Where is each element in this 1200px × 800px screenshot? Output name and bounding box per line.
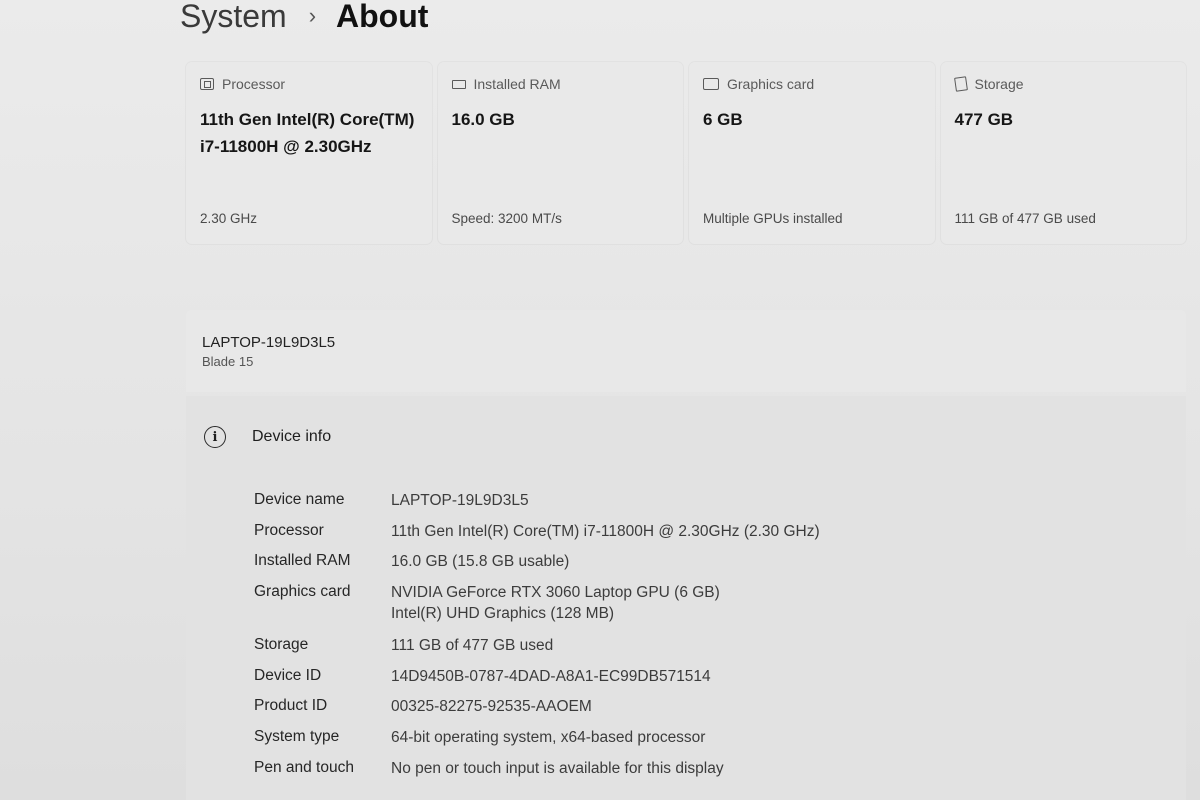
spec-row-installed-ram: Installed RAM 16.0 GB (15.8 GB usable) — [254, 551, 1154, 582]
spec-cards: Processor 11th Gen Intel(R) Core(TM) i7-… — [186, 62, 1186, 244]
spec-label: Installed RAM — [254, 552, 351, 570]
spec-value: 111 GB of 477 GB used — [391, 637, 554, 655]
spec-row-storage: Storage 111 GB of 477 GB used — [254, 635, 1154, 666]
card-subtext: Speed: 3200 MT/s — [451, 211, 562, 226]
card-title: Processor — [222, 76, 286, 92]
spec-value-line: NVIDIA GeForce RTX 3060 Laptop GPU (6 GB… — [391, 584, 720, 602]
device-specs-list: Device name LAPTOP-19L9D3L5 Processor 11… — [254, 490, 1154, 789]
spec-row-device-name: Device name LAPTOP-19L9D3L5 — [254, 490, 1154, 521]
device-name-panel[interactable]: LAPTOP-19L9D3L5 Blade 15 — [186, 310, 1186, 392]
spec-value: 14D9450B-0787-4DAD-A8A1-EC99DB571514 — [391, 667, 711, 685]
spec-value: 00325-82275-92535-AAOEM — [391, 698, 592, 716]
card-value: 6 GB — [703, 110, 743, 129]
processor-card: Processor 11th Gen Intel(R) Core(TM) i7-… — [186, 62, 432, 244]
breadcrumb: System › About — [180, 0, 428, 40]
card-title: Installed RAM — [473, 76, 561, 92]
spec-row-graphics-card: Graphics card NVIDIA GeForce RTX 3060 La… — [254, 582, 1154, 635]
device-info-header[interactable]: i Device info — [204, 426, 331, 448]
storage-card: Storage 477 GB 111 GB of 477 GB used — [940, 62, 1186, 244]
spec-row-system-type: System type 64-bit operating system, x64… — [254, 727, 1154, 758]
spec-label: Product ID — [254, 697, 328, 715]
chevron-right-icon: › — [308, 3, 317, 28]
spec-value: 16.0 GB (15.8 GB usable) — [391, 553, 570, 571]
settings-page: System › About Processor 11th Gen Intel(… — [0, 0, 1200, 800]
device-hostname: LAPTOP-19L9D3L5 — [202, 334, 336, 351]
graphics-card-card: Graphics card 6 GB Multiple GPUs install… — [689, 62, 935, 244]
card-header: Storage — [953, 76, 1173, 92]
card-header: Graphics card — [703, 76, 921, 92]
spec-label: Device ID — [254, 666, 322, 684]
card-title: Storage — [974, 76, 1024, 92]
processor-icon — [200, 78, 214, 90]
card-title: Graphics card — [727, 76, 815, 92]
info-icon: i — [204, 426, 226, 448]
spec-row-product-id: Product ID 00325-82275-92535-AAOEM — [254, 696, 1154, 727]
device-info-section: i Device info Device name LAPTOP-19L9D3L… — [186, 396, 1186, 800]
ram-card: Installed RAM 16.0 GB Speed: 3200 MT/s — [437, 62, 683, 244]
storage-icon — [953, 76, 968, 92]
spec-label: Device name — [254, 491, 345, 508]
device-info-title: Device info — [252, 428, 332, 445]
card-subtext: Multiple GPUs installed — [703, 211, 843, 226]
spec-value: No pen or touch input is available for t… — [391, 759, 724, 777]
spec-row-pen-and-touch: Pen and touch No pen or touch input is a… — [254, 758, 1154, 789]
spec-label: Pen and touch — [254, 758, 354, 776]
spec-label: System type — [254, 728, 340, 746]
spec-label: Graphics card — [254, 583, 351, 601]
spec-value: NVIDIA GeForce RTX 3060 Laptop GPU (6 GB… — [391, 582, 720, 635]
spec-row-processor: Processor 11th Gen Intel(R) Core(TM) i7-… — [254, 521, 1154, 552]
spec-value: 64-bit operating system, x64-based proce… — [391, 729, 706, 747]
spec-value-line: Intel(R) UHD Graphics (128 MB) — [391, 605, 615, 623]
card-header: Processor — [200, 76, 418, 92]
spec-value: 11th Gen Intel(R) Core(TM) i7-11800H @ 2… — [391, 522, 820, 540]
ram-icon — [451, 79, 466, 89]
card-value: 11th Gen Intel(R) Core(TM) i7-11800H @ 2… — [200, 110, 415, 156]
spec-value: LAPTOP-19L9D3L5 — [391, 492, 529, 509]
card-value: 477 GB — [954, 110, 1014, 129]
card-subtext: 111 GB of 477 GB used — [954, 211, 1096, 226]
card-subtext: 2.30 GHz — [200, 211, 258, 226]
card-value: 16.0 GB — [451, 110, 515, 129]
device-model: Blade 15 — [202, 354, 254, 369]
card-header: Installed RAM — [451, 76, 670, 92]
graphics-card-icon — [703, 78, 719, 90]
spec-label: Processor — [254, 521, 324, 539]
page-title: About — [336, 0, 429, 34]
spec-row-device-id: Device ID 14D9450B-0787-4DAD-A8A1-EC99DB… — [254, 666, 1154, 697]
spec-label: Storage — [254, 636, 309, 654]
breadcrumb-system-link[interactable]: System — [180, 0, 287, 35]
